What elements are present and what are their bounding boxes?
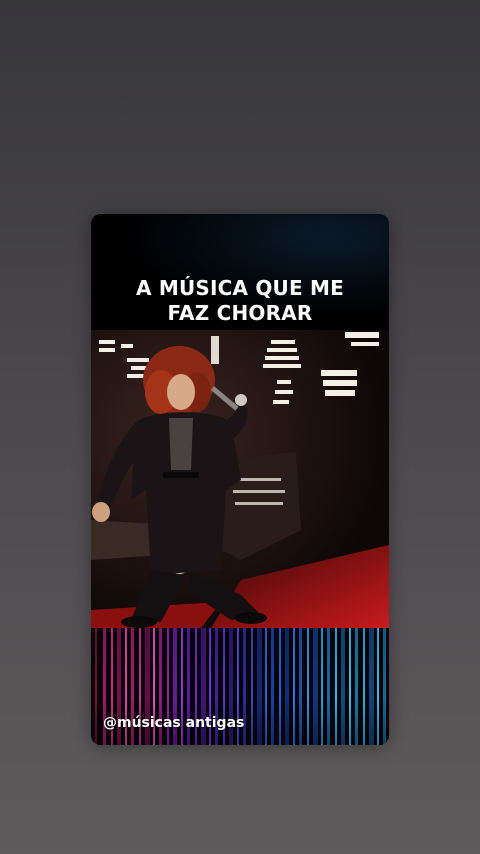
singer-performance-image: [91, 330, 389, 628]
story-title-line-1: A MÚSICA QUE ME: [136, 276, 344, 300]
story-title-line-2: FAZ CHORAR: [167, 301, 313, 325]
video-frame[interactable]: [91, 330, 389, 628]
story-card[interactable]: A MÚSICA QUE ME FAZ CHORAR @músicas anti…: [91, 214, 389, 745]
light-stripes-banner: @músicas antigas: [91, 628, 389, 745]
story-title: A MÚSICA QUE ME FAZ CHORAR: [91, 276, 389, 326]
account-handle[interactable]: @músicas antigas: [103, 715, 244, 731]
title-area: A MÚSICA QUE ME FAZ CHORAR: [91, 214, 389, 330]
